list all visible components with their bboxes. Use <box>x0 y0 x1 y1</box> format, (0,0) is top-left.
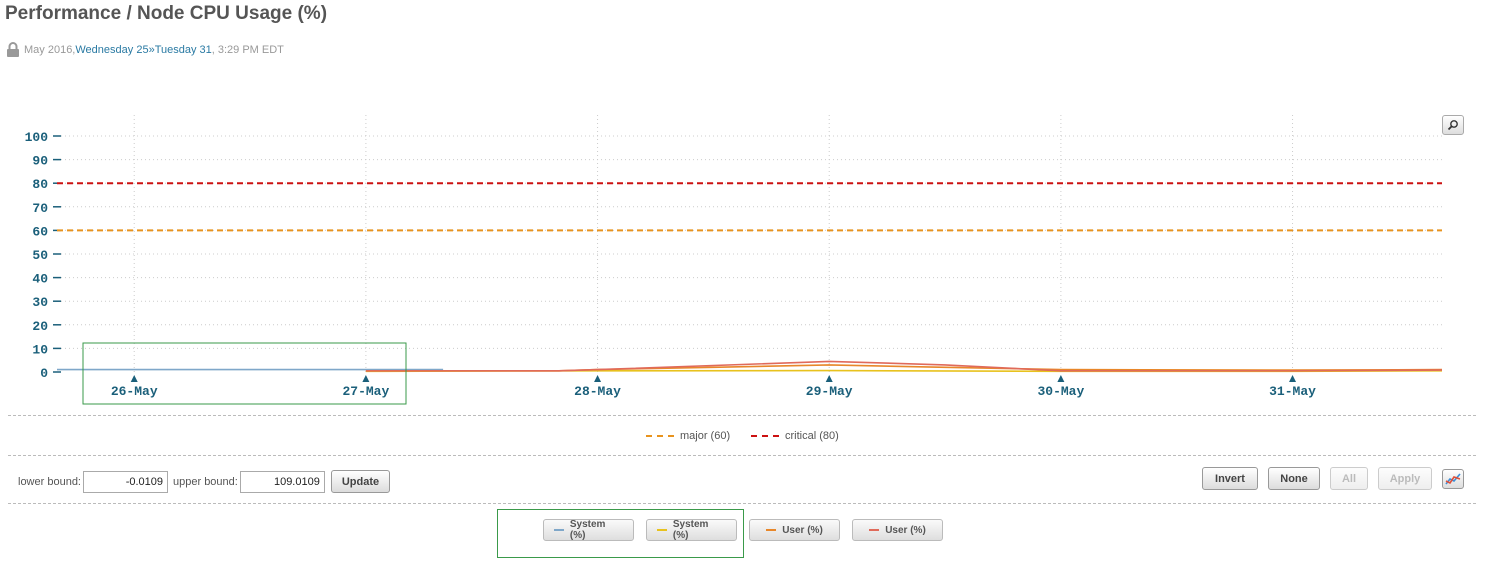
invert-button[interactable]: Invert <box>1202 467 1258 490</box>
zoom-icon <box>1447 120 1458 131</box>
series-swatch <box>766 529 777 531</box>
x-tick-label: 30-May <box>1037 384 1084 399</box>
chart-grid <box>57 115 1442 372</box>
lower-bound-label: lower bound: <box>18 475 81 488</box>
y-tick-label: 10 <box>32 342 48 357</box>
y-tick-label: 0 <box>40 366 48 381</box>
series-toggle-label: System (%) <box>569 519 606 541</box>
y-tick-label: 20 <box>32 319 48 334</box>
x-tick-label: 28-May <box>574 384 621 399</box>
upper-bound-input[interactable] <box>239 470 325 493</box>
cpu-usage-chart[interactable]: 0 10 20 30 40 50 60 70 80 90 100 26-May 27-May 28-Ma… <box>0 0 1485 420</box>
y-tick-label: 80 <box>32 177 48 192</box>
series-swatch <box>657 529 667 531</box>
y-tick-label: 50 <box>32 248 48 263</box>
x-tick-arrow <box>1289 375 1297 382</box>
legend-major: major (60) <box>646 430 730 442</box>
separator <box>8 415 1476 416</box>
none-button[interactable]: None <box>1268 467 1320 490</box>
series-lines <box>57 360 1443 373</box>
y-tick-label: 70 <box>32 201 48 216</box>
lower-bound-input[interactable] <box>83 470 168 493</box>
series-toggle-button[interactable]: User (%) <box>749 519 840 541</box>
series-toggle-button[interactable]: System (%) <box>543 519 634 541</box>
x-tick-label: 31-May <box>1269 384 1316 399</box>
update-button[interactable]: Update <box>330 470 391 493</box>
apply-button[interactable]: Apply <box>1378 467 1432 490</box>
series-actions: Invert None All Apply <box>1202 467 1464 490</box>
separator <box>8 455 1476 456</box>
series-swatch <box>869 529 880 531</box>
y-tick-label: 60 <box>32 224 48 239</box>
series-swatch <box>554 529 564 531</box>
y-tick-label: 30 <box>32 295 48 310</box>
series-toggle-button[interactable]: System (%) <box>646 519 737 541</box>
x-tick-label: 26-May <box>111 384 158 399</box>
y-tick-label: 90 <box>32 154 48 169</box>
y-tick-label: 100 <box>25 130 49 145</box>
legend-major-label: major (60) <box>680 430 731 442</box>
trend-chart-button[interactable] <box>1442 468 1464 489</box>
trend-chart-icon <box>1445 472 1461 484</box>
upper-bound-label: upper bound: <box>173 475 238 488</box>
x-tick-arrow <box>594 375 602 382</box>
legend-critical-label: critical (80) <box>785 430 839 442</box>
separator <box>8 503 1476 504</box>
y-tick-label: 40 <box>32 272 48 287</box>
x-tick-arrow <box>130 375 138 382</box>
y-axis: 0 10 20 30 40 50 60 70 80 90 100 <box>25 130 61 381</box>
legend-major-swatch <box>646 435 674 437</box>
legend-critical-swatch <box>751 435 779 437</box>
series-toggle-button[interactable]: User (%) <box>852 519 943 541</box>
x-tick-arrow <box>1057 375 1065 382</box>
series-toggle-label: User (%) <box>885 524 926 536</box>
x-tick-arrow <box>825 375 833 382</box>
zoom-button[interactable] <box>1442 115 1464 135</box>
x-tick-label: 27-May <box>342 384 389 399</box>
legend-critical: critical (80) <box>751 430 839 442</box>
series-toggle-label: User (%) <box>782 524 823 536</box>
series-line <box>365 364 1443 372</box>
bounds-form: lower bound: upper bound: Update <box>18 470 391 493</box>
x-axis: 26-May 27-May 28-May 29-May 30-May 31-May <box>111 375 1316 399</box>
all-button[interactable]: All <box>1330 467 1368 490</box>
x-tick-arrow <box>362 375 370 382</box>
series-toggle-label: System (%) <box>672 519 709 541</box>
threshold-legend: major (60) critical (80) <box>0 430 1485 444</box>
x-tick-label: 29-May <box>806 384 853 399</box>
series-toggle-buttons: System (%) System (%) User (%) User (%) <box>543 519 955 541</box>
